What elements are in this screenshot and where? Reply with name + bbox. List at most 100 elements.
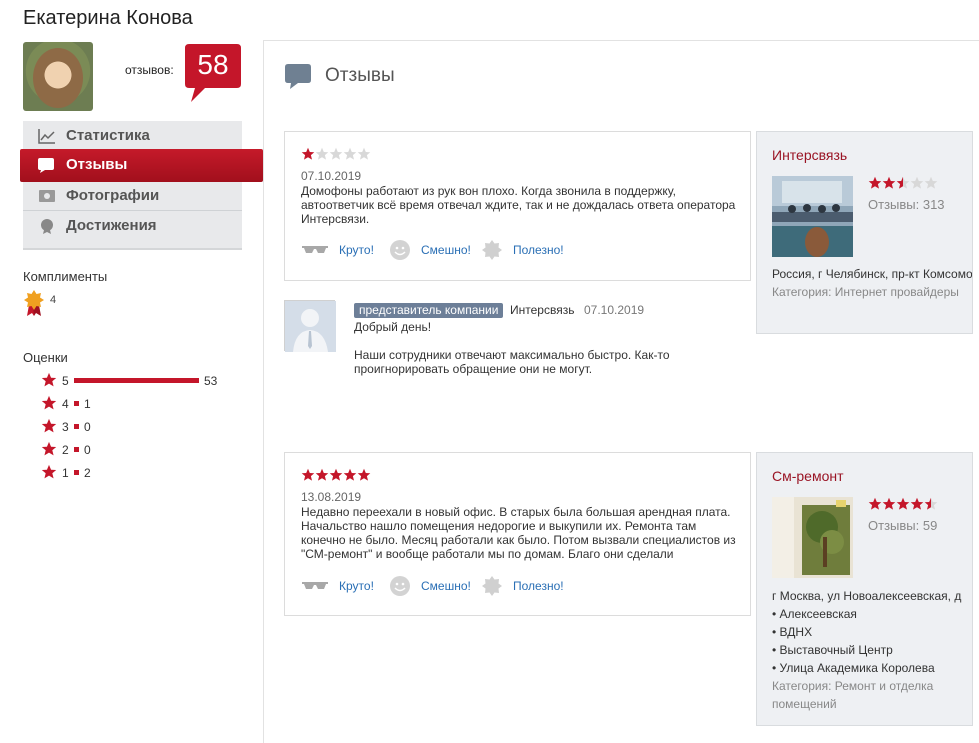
sidebar-item-label: Статистика	[66, 127, 150, 144]
company-rating	[868, 497, 938, 511]
metro-station: • Улица Академика Королева	[772, 661, 935, 675]
review-rating	[301, 147, 371, 161]
rating-stars-label: 4	[62, 397, 69, 411]
company-category: Категория: Интернет провайдеры	[772, 285, 959, 299]
star-icon	[41, 464, 57, 479]
reply-greeting: Добрый день!	[354, 320, 432, 334]
rating-stars-label: 2	[62, 443, 69, 457]
sidebar-item-label: Достижения	[66, 217, 157, 234]
star-icon	[343, 468, 357, 481]
rating-bar	[74, 470, 79, 475]
star-icon	[896, 497, 910, 510]
company-reviews-count: Отзывы: 313	[868, 197, 945, 212]
star-icon	[924, 497, 938, 510]
rating-count: 0	[84, 420, 91, 434]
rating-count: 53	[204, 374, 218, 388]
reviews-count-badge[interactable]: 58	[183, 42, 243, 104]
metro-station: • Алексеевская	[772, 607, 857, 621]
sunglasses-icon	[302, 246, 328, 253]
metro-station: • ВДНХ	[772, 625, 813, 639]
speech-bubble-icon	[38, 158, 54, 173]
star-icon	[910, 497, 924, 510]
review-text: Недавно переехали в новый офис. В старых…	[301, 505, 736, 561]
company-rating	[868, 176, 938, 190]
star-icon	[896, 176, 910, 189]
review-date: 13.08.2019	[301, 490, 362, 504]
rating-count: 0	[84, 443, 91, 457]
rating-bar	[74, 424, 79, 429]
star-icon	[868, 176, 882, 189]
star-icon	[41, 418, 57, 433]
content-divider	[263, 40, 264, 743]
compliments-title: Комплименты	[23, 269, 108, 284]
sidebar-nav: Статистика Фотографии Достижения	[23, 121, 242, 250]
rating-bar	[74, 447, 79, 452]
profile-name: Екатерина Конова	[23, 7, 193, 29]
star-icon	[910, 176, 924, 189]
compliment-badge-icon[interactable]	[23, 289, 45, 317]
header-divider	[263, 40, 979, 41]
rating-count: 1	[84, 397, 91, 411]
reviews-count-label: отзывов:	[125, 63, 174, 77]
review-text: Домофоны работают из рук вон плохо. Когд…	[301, 184, 736, 226]
rating-count: 2	[84, 466, 91, 480]
company-category: Категория: Ремонт и отделка помещений	[772, 679, 934, 711]
star-icon	[357, 147, 371, 160]
star-icon	[343, 147, 357, 160]
review-date: 07.10.2019	[301, 169, 362, 183]
star-icon	[41, 372, 57, 387]
reply-company-name[interactable]: Интерсвязь	[510, 303, 574, 317]
company-photo[interactable]	[772, 176, 853, 257]
company-rep-badge: представитель компании	[354, 303, 504, 318]
star-icon	[301, 468, 315, 481]
star-icon	[315, 147, 329, 160]
star-icon	[315, 468, 329, 481]
sidebar-item-statistics[interactable]: Статистика	[23, 121, 242, 150]
sidebar-item-reviews[interactable]: Отзывы	[20, 149, 263, 182]
sunglasses-icon	[302, 582, 328, 589]
rating-stars-label: 3	[62, 420, 69, 434]
company-rep-avatar	[284, 300, 336, 352]
review-card: 07.10.2019 Домофоны работают из рук вон …	[284, 131, 751, 281]
company-card[interactable]: См-ремонт Отзывы: 59 г Москва, ул Новоал…	[756, 452, 973, 726]
company-name[interactable]: Интерсвязь	[772, 147, 847, 163]
badge-icon	[482, 576, 502, 596]
reply-text: Добрый день! Наши сотрудники отвечают ма…	[354, 320, 714, 376]
star-icon	[357, 468, 371, 481]
star-icon	[882, 176, 896, 189]
company-card[interactable]: Интерсвязь Отзывы: 313 Россия, г Челябин…	[756, 131, 973, 334]
company-address: г Москва, ул Новоалексеевская, д	[772, 589, 962, 603]
star-icon	[41, 441, 57, 456]
chart-line-icon	[38, 129, 55, 144]
reviews-count-value: 58	[197, 49, 229, 80]
compliment-count: 4	[50, 294, 57, 306]
review-card: 13.08.2019 Недавно переехали в новый офи…	[284, 452, 751, 616]
star-icon	[882, 497, 896, 510]
ratings-title: Оценки	[23, 350, 68, 365]
metro-station: • Выставочный Центр	[772, 643, 893, 657]
sidebar-item-label: Отзывы	[66, 156, 128, 173]
review-rating	[301, 468, 371, 482]
smiley-icon	[390, 240, 410, 260]
speech-bubble-icon	[285, 64, 311, 89]
medal-icon	[41, 219, 53, 234]
reply-date: 07.10.2019	[584, 303, 645, 317]
company-name[interactable]: См-ремонт	[772, 468, 844, 484]
sidebar-item-achievements[interactable]: Достижения	[23, 211, 242, 240]
star-icon	[41, 395, 57, 410]
star-icon	[329, 147, 343, 160]
badge-icon	[482, 240, 502, 260]
company-address: Россия, г Челябинск, пр-кт Комсомольский	[772, 267, 972, 281]
star-icon	[924, 176, 938, 189]
sidebar-item-photos[interactable]: Фотографии	[23, 181, 242, 210]
rating-bar	[74, 401, 79, 406]
avatar[interactable]	[23, 42, 93, 111]
company-photo[interactable]	[772, 497, 853, 578]
company-reviews-count: Отзывы: 59	[868, 518, 938, 533]
star-icon	[329, 468, 343, 481]
rating-stars-label: 1	[62, 466, 69, 480]
sidebar-item-label: Фотографии	[66, 187, 160, 204]
star-icon	[301, 147, 315, 160]
rating-bar	[74, 378, 199, 383]
rating-stars-label: 5	[62, 374, 69, 388]
